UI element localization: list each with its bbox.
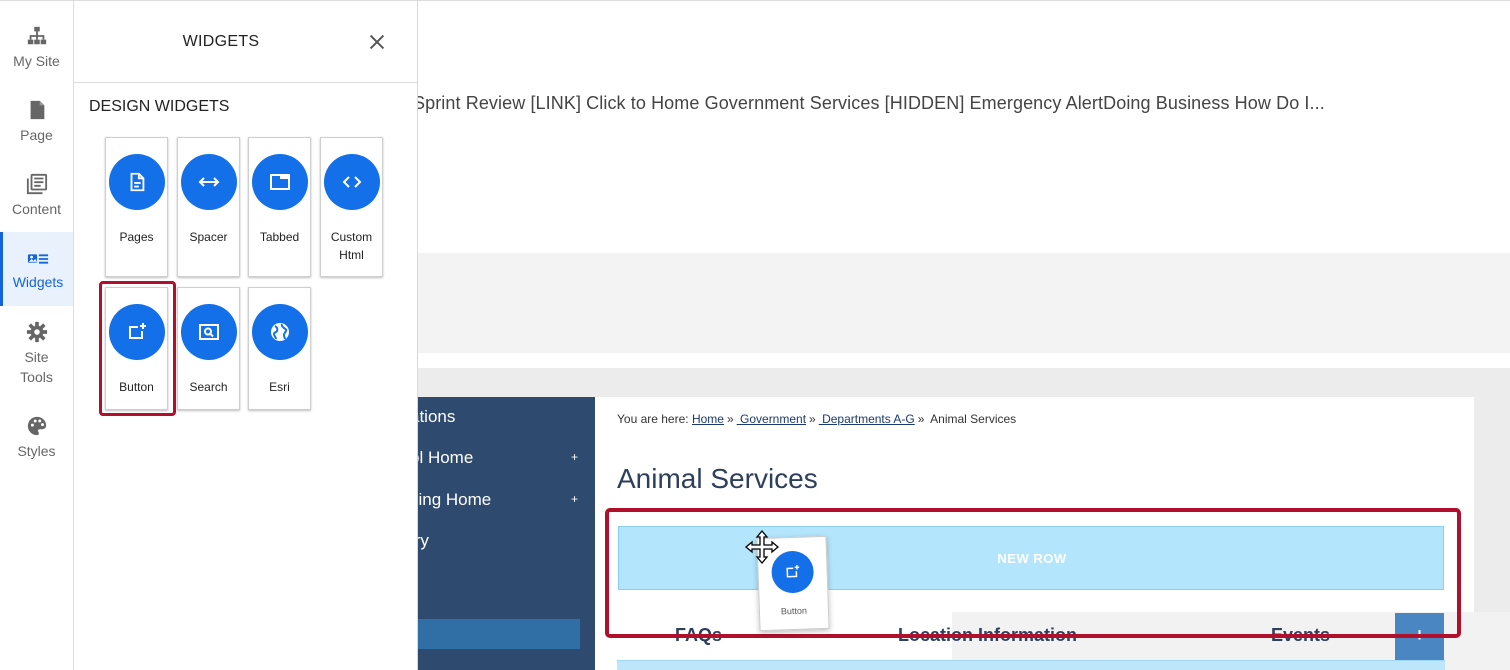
nav-item[interactable]: sing Home [418, 490, 491, 510]
rail-item-my-site[interactable]: My Site [0, 25, 73, 71]
rail-label: Site [24, 349, 49, 365]
widget-pages[interactable]: Pages [105, 137, 168, 277]
widget-label-line: Html [339, 248, 364, 262]
add-tab-button[interactable]: + [1395, 613, 1444, 661]
rail-label: Tools [20, 369, 53, 385]
add-button-icon [128, 323, 146, 339]
site-preview: Sprint Review [LINK] Click to Home Gover… [413, 0, 1510, 670]
rail-item-site-tools[interactable]: Site Tools [0, 321, 73, 387]
tab-location-information[interactable]: Location Information [898, 625, 1077, 646]
widget-circle [323, 154, 380, 210]
rail-item-styles[interactable]: Styles [0, 415, 73, 461]
breadcrumb-link-government[interactable]: Government [737, 412, 806, 426]
section-title: DESIGN WIDGETS [89, 98, 230, 115]
breadcrumb-current: Animal Services [930, 412, 1017, 426]
widget-esri[interactable]: Esri [248, 287, 311, 410]
close-icon[interactable] [366, 31, 388, 53]
globe-icon [270, 323, 289, 341]
breadcrumb-link-departments[interactable]: Departments A-G [819, 412, 915, 426]
search-box-icon [198, 324, 219, 340]
rail-label: My Site [13, 53, 60, 69]
widget-circle [251, 304, 308, 360]
widget-circle [180, 154, 237, 210]
move-cursor-icon [744, 529, 780, 565]
nav-item[interactable]: try [418, 531, 429, 551]
nav-active-item[interactable] [418, 619, 580, 649]
widgets-panel: WIDGETS DESIGN WIDGETS Pages Spacer Tabb… [74, 0, 418, 670]
widget-label: Custom Html [321, 228, 382, 264]
widget-search[interactable]: Search [177, 287, 240, 410]
breadcrumb-prefix: You are here: [617, 412, 689, 426]
panel-header: WIDGETS [74, 1, 417, 83]
rail-item-widgets[interactable]: Widgets [0, 232, 73, 306]
page-icon [30, 100, 44, 120]
widget-custom-html[interactable]: Custom Html [320, 137, 383, 277]
widget-spacer[interactable]: Spacer [177, 137, 240, 277]
tab-faqs[interactable]: FAQs [675, 625, 722, 646]
palette-icon [27, 416, 46, 436]
add-button-icon [786, 565, 800, 578]
left-rail: My Site Page Content Widgets Site Tools … [0, 0, 74, 670]
widget-tabbed[interactable]: Tabbed [248, 137, 311, 277]
widget-label: Tabbed [259, 230, 300, 244]
horizontal-arrows-icon [198, 177, 219, 187]
content-icon [26, 173, 47, 195]
widget-label: Button [119, 380, 154, 394]
rail-label: Widgets [12, 274, 64, 290]
breadcrumb-separator: » [809, 412, 816, 426]
rail-label: Page [20, 127, 53, 143]
rail-label: Styles [17, 443, 56, 459]
widget-button[interactable]: Button [105, 287, 168, 410]
row-strip [617, 660, 1445, 670]
new-row-dropzone[interactable]: NEW ROW [618, 526, 1444, 590]
widgets-icon [27, 254, 49, 264]
page-title: Animal Services [617, 463, 818, 494]
widget-circle [108, 154, 165, 210]
nav-expand-icon[interactable]: + [571, 492, 578, 506]
breadcrumb-separator: » [726, 412, 734, 426]
nav-item[interactable]: ol Home [418, 448, 473, 468]
breadcrumb-separator: » [917, 412, 925, 426]
new-row-label: NEW ROW [997, 551, 1067, 566]
rail-label: Content [11, 201, 62, 217]
widget-label-line: Custom [330, 230, 373, 244]
rail-item-content[interactable]: Content [0, 173, 73, 219]
panel-title: WIDGETS [182, 33, 260, 50]
nav-expand-icon[interactable]: + [571, 450, 578, 464]
rail-item-page[interactable]: Page [0, 99, 73, 145]
widget-label: Esri [269, 380, 290, 394]
widget-circle [108, 304, 165, 360]
code-icon [342, 176, 361, 188]
gear-icon [26, 321, 47, 343]
widget-circle [180, 304, 237, 360]
breadcrumb-link-home[interactable]: Home [692, 412, 724, 426]
breadcrumb: You are here: Home» Government» Departme… [617, 412, 1016, 426]
widget-label: Pages [119, 230, 154, 244]
top-menu-text[interactable]: Sprint Review [LINK] Click to Home Gover… [413, 93, 1325, 114]
document-icon [130, 172, 144, 192]
widget-circle [251, 154, 308, 210]
sitemap-icon [27, 26, 46, 45]
tab-window-icon [269, 174, 290, 190]
widget-label: Spacer [189, 230, 228, 244]
widget-label: Button [780, 605, 808, 617]
nav-item[interactable]: ations [418, 407, 455, 427]
widget-label: Search [189, 380, 228, 394]
gray-band [418, 253, 1510, 353]
side-navigation: ations ol Home + sing Home + try [418, 397, 595, 670]
tab-events[interactable]: Events [1271, 625, 1330, 646]
